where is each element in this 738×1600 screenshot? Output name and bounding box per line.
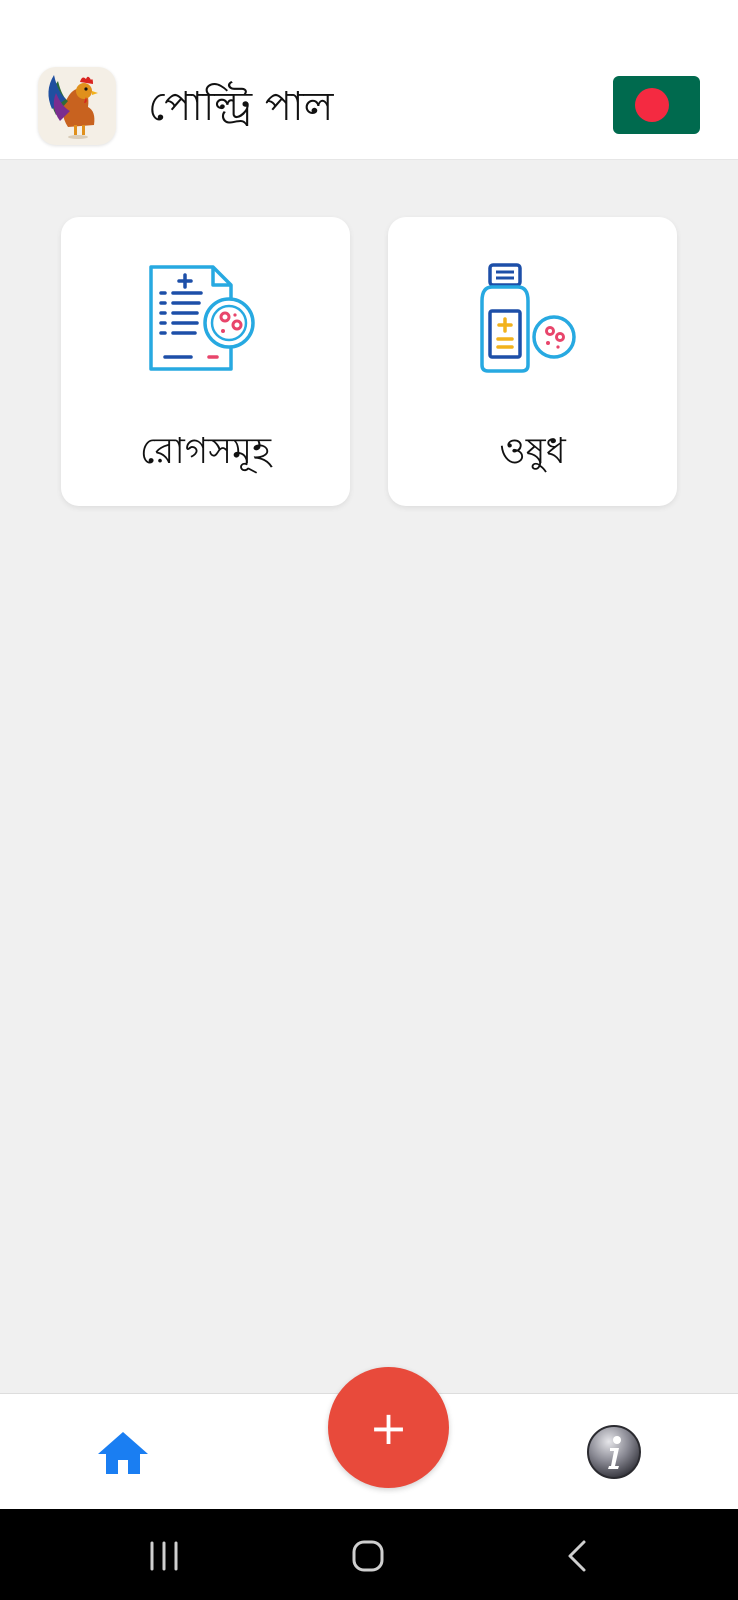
app-header: পোল্ট্রি পাল	[0, 56, 738, 160]
rooster-logo-icon	[38, 67, 116, 145]
diseases-card-label: রোগসমূহ	[139, 431, 272, 472]
main-content: রোগসমূহ ওষুধ	[0, 160, 738, 1393]
disease-report-icon	[149, 265, 255, 371]
recents-icon[interactable]	[142, 1534, 186, 1578]
home-icon[interactable]	[96, 1428, 150, 1478]
diseases-card[interactable]: রোগসমূহ	[61, 217, 350, 506]
medicine-card-label: ওষুধ	[499, 431, 566, 472]
back-chevron-icon[interactable]	[556, 1534, 600, 1578]
add-button[interactable]: +	[328, 1367, 449, 1488]
medicine-card[interactable]: ওষুধ	[388, 217, 677, 506]
status-bar	[0, 0, 738, 56]
app-title: পোল্ট্রি পাল	[148, 84, 334, 130]
bangladesh-flag-icon[interactable]	[613, 76, 700, 134]
system-navigation-bar	[0, 1509, 738, 1600]
medicine-bottle-icon	[480, 263, 576, 373]
info-icon[interactable]	[586, 1424, 642, 1480]
circle-home-icon[interactable]	[346, 1534, 390, 1578]
